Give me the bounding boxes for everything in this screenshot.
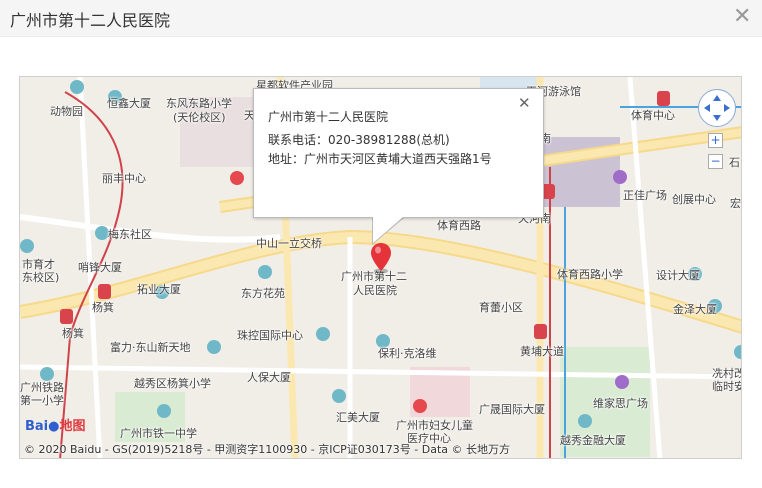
map-label: 正佳广场 [623,189,667,202]
metro-station-icon [98,284,111,299]
map-label: 育蕾小区 [479,301,523,314]
poi-icon [20,239,34,253]
dialog-header: 广州市第十二人民医院 ✕ [0,0,762,37]
map-label: 杨箕 [62,327,84,340]
map-label: 恒鑫大厦 [107,97,151,110]
mall-icon [613,170,627,184]
map-label: 临时安 [712,380,742,393]
popup-close-button[interactable]: ✕ [518,94,531,112]
copyright-text: © 2020 Baidu - GS(2019)5218号 - 甲测资字11009… [24,443,511,456]
map-label: 哨锋大厦 [78,261,122,274]
map-label: 汇美大厦 [336,411,380,424]
map-label: 黄埔大道 [520,345,564,358]
map-label: 东校区) [22,271,60,284]
map-label: 珠控国际中心 [237,329,303,342]
poi-icon [734,345,741,359]
map-label: 杨箕 [92,301,114,314]
hospital-icon [413,399,427,413]
popup-pointer [373,217,403,243]
pan-control[interactable] [698,89,736,127]
poi-icon [157,404,171,418]
marker-label-line2: 人民医院 [353,284,397,297]
poi-icon [578,414,592,428]
map-label: 丽丰中心 [102,172,146,185]
map-dialog: 广州市第十二人民医院 ✕ 星都软件产业园 动物园 恒鑫大厦 东风东路小学 (天伦… [0,0,762,488]
map-label: 广州市妇女儿童 [396,419,473,432]
map-label: 东方花苑 [241,287,285,300]
map-label: 石 [729,156,740,169]
baidu-map-logo: Bai●地图 [25,415,86,434]
map-label: 冼村改 [712,367,742,380]
map-label: 人保大厦 [247,371,291,384]
map-label: (天伦校区) [173,111,226,124]
poi-icon [95,226,109,240]
map-label: 广晟国际大厦 [479,403,545,416]
map-label: 中山一立交桥 [256,237,322,250]
metro-station-icon [657,91,670,106]
mall-icon [615,375,629,389]
map-label: 体育中心 [631,109,675,122]
poi-icon [40,367,54,381]
map-label: 维家思广场 [593,397,648,410]
popup-phone: 联系电话：020-38981288(总机) [268,133,450,147]
map-label: 富力·东山新天地 [110,341,191,354]
popup-title: 广州市第十二人民医院 [268,110,389,124]
map-label: 金泽大厦 [673,303,717,316]
map-label: 东风东路小学 [166,97,232,110]
map-label: 第一小学 [20,394,64,407]
pan-arrows-icon [704,95,730,121]
poi-icon [316,327,330,341]
map-label: 体育西路 [437,219,481,232]
poi-icon [376,334,390,348]
zoom-in-button[interactable]: + [708,133,723,148]
poi-icon [207,340,221,354]
metro-station-icon [60,309,73,324]
logo-map-text: 地图 [59,419,86,434]
dialog-title: 广州市第十二人民医院 [10,11,171,30]
map-label: 拓业大厦 [137,283,181,296]
zoom-out-button[interactable]: − [708,154,723,169]
map-label: 越秀金融大厦 [560,434,626,447]
map-canvas[interactable]: 星都软件产业园 动物园 恒鑫大厦 东风东路小学 (天伦校区) 天 天河游泳馆 体… [19,76,742,459]
poi-icon [70,80,84,94]
poi-icon [332,389,346,403]
map-label: 设计大厦 [656,269,700,282]
map-label: 创展中心 [672,193,716,206]
map-label: 保利·克洛维 [378,347,437,360]
metro-station-icon [534,324,547,339]
map-label: 动物园 [50,105,83,118]
map-label: 市育才 [22,258,55,271]
poi-icon [258,265,272,279]
map-label: 越秀区杨箕小学 [134,377,211,390]
map-label: 广州市铁一中学 [120,427,197,440]
logo-brand: Bai [25,419,49,434]
hospital-icon [230,171,244,185]
dialog-close-button[interactable]: ✕ [733,5,753,29]
info-window: ✕ 广州市第十二人民医院 联系电话：020-38981288(总机) 地址：广州… [253,88,544,218]
map-label: 梅东社区 [108,228,152,241]
paw-icon: ● [48,419,60,434]
map-label: 体育西路小学 [557,268,623,281]
map-label: 宏 [730,197,741,210]
map-label: 广州铁路 [20,381,64,394]
location-pin-icon[interactable] [370,242,392,274]
popup-address: 地址：广州市天河区黄埔大道西天强路1号 [268,152,492,166]
